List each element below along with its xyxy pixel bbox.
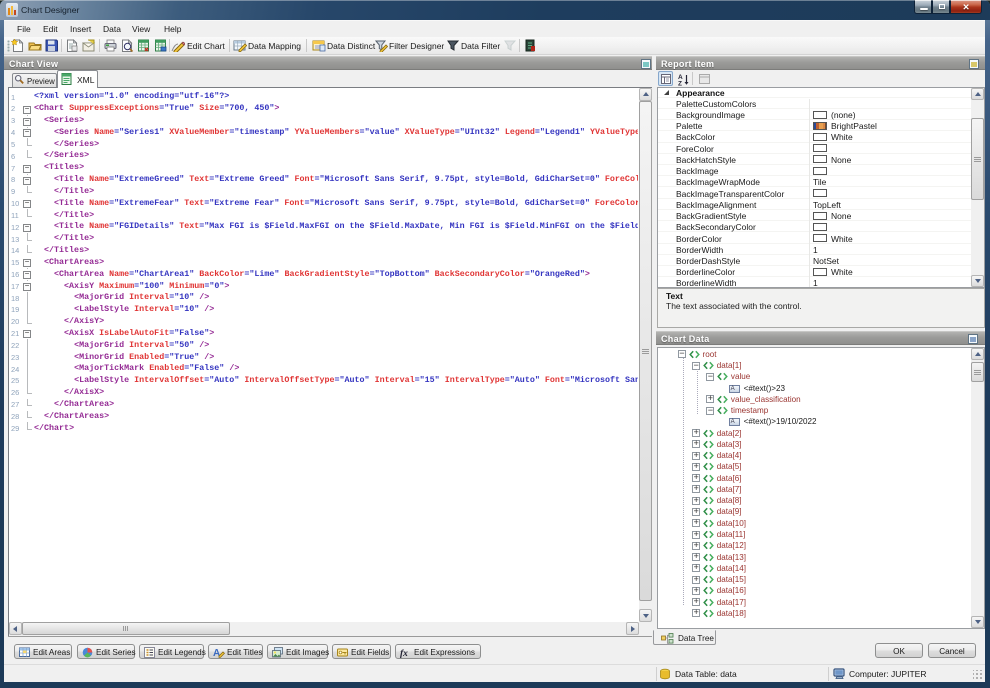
svg-text:Z: Z <box>678 81 682 87</box>
svg-text:fx: fx <box>400 649 408 658</box>
